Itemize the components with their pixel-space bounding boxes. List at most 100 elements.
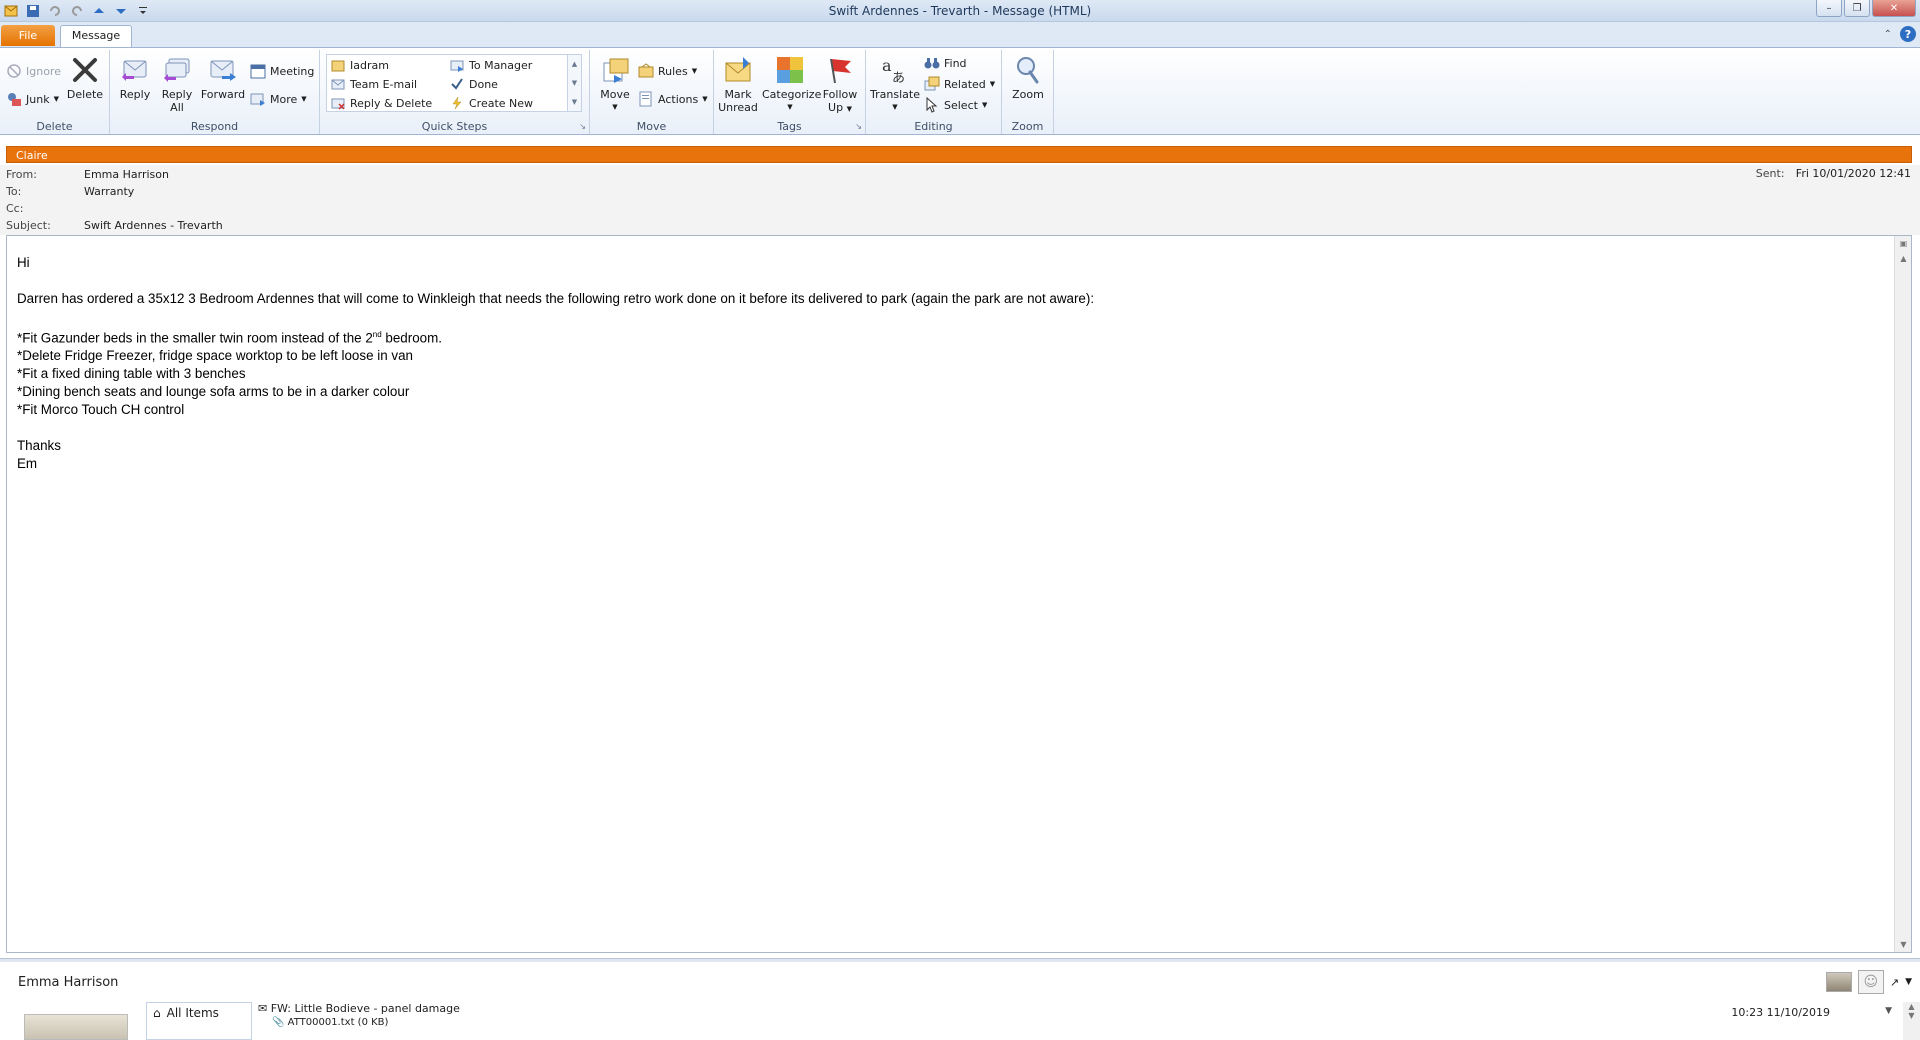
svg-text:a: a bbox=[882, 56, 892, 75]
select-label: Select bbox=[944, 98, 978, 112]
rules-icon bbox=[638, 63, 654, 79]
tab-message[interactable]: Message bbox=[60, 25, 132, 47]
bullet-1-superscript: nd bbox=[372, 330, 382, 339]
ignore-icon bbox=[6, 63, 22, 79]
quick-step-reply-delete[interactable]: Reply & Delete bbox=[330, 94, 432, 112]
message-header: From: Emma Harrison To: Warranty Cc: Subje… bbox=[0, 165, 1920, 235]
bullet-5: *Fit Morco Touch CH control bbox=[17, 402, 185, 418]
quick-step-done[interactable]: Done bbox=[449, 75, 498, 93]
more-label: More bbox=[270, 92, 298, 106]
people-pane-scrollbar[interactable]: ▲ ▼ bbox=[1903, 1002, 1920, 1040]
intro-paragraph: Darren has ordered a 35x12 3 Bedroom Ard… bbox=[17, 291, 1095, 306]
chevron-down-icon: ▼ bbox=[53, 95, 59, 103]
quick-steps-scrollbar[interactable]: ▲ ▼ ▼ bbox=[567, 55, 581, 111]
tags-group: Mark Unread Categorize ▼ Follow Up ▼ ↘ T… bbox=[714, 50, 866, 134]
zoom-button[interactable]: Zoom bbox=[1008, 54, 1048, 101]
quick-step-label: Create New bbox=[469, 96, 534, 110]
thanks: Thanks bbox=[17, 438, 61, 454]
to-value[interactable]: Warranty bbox=[84, 185, 134, 198]
move-button[interactable]: Move ▼ bbox=[596, 54, 634, 114]
more-respond-button[interactable]: More ▼ bbox=[250, 90, 307, 108]
quick-step-to-manager[interactable]: To Manager bbox=[449, 56, 532, 74]
related-button[interactable]: Related ▼ bbox=[924, 75, 995, 93]
expand-gallery-icon[interactable]: ▼ bbox=[572, 98, 577, 106]
help-icon[interactable]: ? bbox=[1900, 26, 1916, 42]
scroll-down-icon[interactable]: ▼ bbox=[572, 79, 577, 87]
respond-group-label: Respond bbox=[190, 120, 239, 133]
message-body[interactable]: Hi Darren has ordered a 35x12 3 Bedroom … bbox=[6, 235, 1912, 953]
magnifier-icon bbox=[1012, 54, 1044, 86]
reply-button[interactable]: Reply bbox=[116, 54, 154, 101]
person-placeholder-icon[interactable]: ☺ bbox=[1857, 970, 1884, 994]
quick-step-iadram[interactable]: Iadram bbox=[330, 56, 389, 74]
chevron-down-icon: ▼ bbox=[702, 95, 708, 103]
translate-button[interactable]: aあ Translate ▼ bbox=[870, 54, 920, 114]
junk-button[interactable]: Junk ▼ bbox=[6, 90, 59, 108]
infopane-icon[interactable]: ▣ bbox=[1895, 236, 1912, 251]
contact-name[interactable]: Emma Harrison bbox=[18, 975, 118, 990]
quick-step-create-new[interactable]: Create New bbox=[449, 94, 533, 112]
ignore-button[interactable]: Ignore bbox=[6, 62, 61, 80]
find-button[interactable]: Find bbox=[924, 54, 967, 72]
zoom-group: Zoom Zoom bbox=[1002, 50, 1054, 134]
select-button[interactable]: Select ▼ bbox=[924, 96, 987, 114]
quick-step-label: Done bbox=[469, 77, 498, 91]
scroll-up-icon[interactable]: ▲ bbox=[1895, 251, 1912, 266]
from-label: From: bbox=[6, 168, 37, 181]
delete-button[interactable]: Delete bbox=[66, 54, 104, 101]
chevron-down-icon: ▼ bbox=[612, 103, 618, 111]
activity-item[interactable]: ✉ FW: Little Bodieve - panel damage 📎 AT… bbox=[258, 1002, 460, 1028]
from-value[interactable]: Emma Harrison bbox=[84, 168, 169, 181]
chevron-down-icon: ▼ bbox=[981, 101, 988, 109]
rules-button[interactable]: Rules ▼ bbox=[638, 62, 697, 80]
quick-step-team-email[interactable]: Team E-mail bbox=[330, 75, 417, 93]
reply-all-button[interactable]: Reply All bbox=[158, 54, 196, 114]
categorize-icon bbox=[774, 54, 806, 86]
team-email-icon bbox=[330, 76, 346, 92]
cc-row: Cc: bbox=[6, 200, 84, 217]
scroll-down-icon[interactable]: ▼ bbox=[1895, 937, 1912, 952]
from-row: From: Emma Harrison bbox=[6, 166, 169, 183]
greeting: Hi bbox=[17, 255, 30, 270]
move-folder-icon bbox=[599, 54, 631, 86]
collapse-ribbon-icon[interactable]: ⌃ bbox=[1884, 29, 1892, 40]
delete-group-label: Delete bbox=[36, 120, 73, 133]
actions-button[interactable]: Actions ▼ bbox=[638, 90, 708, 108]
subject-row: Subject: Swift Ardennes - Trevarth bbox=[6, 217, 223, 234]
chevron-down-icon[interactable]: ▼ bbox=[1885, 1006, 1892, 1016]
tab-file[interactable]: File bbox=[1, 25, 55, 46]
close-button[interactable]: ✕ bbox=[1872, 0, 1916, 17]
follow-up-label-2: Up bbox=[828, 101, 844, 114]
minimize-button[interactable]: – bbox=[1816, 0, 1842, 17]
body-scrollbar[interactable]: ▣ ▲ ▼ bbox=[1894, 236, 1911, 952]
quick-step-label: Team E-mail bbox=[350, 77, 418, 91]
editing-group: aあ Translate ▼ Find Related ▼ Select ▼ E… bbox=[866, 50, 1002, 134]
delete-label: Delete bbox=[66, 88, 104, 101]
categorize-button[interactable]: Categorize ▼ bbox=[762, 54, 821, 114]
translate-icon: aあ bbox=[879, 54, 911, 86]
chevron-down-icon[interactable]: ▼ bbox=[1905, 977, 1912, 987]
bullet-1-end: bedroom. bbox=[381, 330, 442, 346]
to-label: To: bbox=[6, 185, 22, 198]
ignore-label: Ignore bbox=[26, 64, 61, 78]
move-group-label: Move bbox=[636, 120, 667, 133]
follow-up-button[interactable]: Follow Up ▼ bbox=[820, 54, 860, 116]
delete-group: Ignore Junk ▼ Delete Delete bbox=[0, 50, 110, 134]
expand-pane-icon[interactable]: ↗ bbox=[1890, 976, 1899, 989]
meeting-button[interactable]: Meeting bbox=[250, 62, 314, 80]
contact-photo[interactable] bbox=[1825, 972, 1852, 992]
find-label: Find bbox=[944, 56, 967, 70]
activity-subject: FW: Little Bodieve - panel damage bbox=[270, 1002, 460, 1015]
meeting-label: Meeting bbox=[270, 64, 315, 78]
restore-button[interactable]: ❐ bbox=[1844, 0, 1870, 17]
cc-label: Cc: bbox=[6, 202, 24, 215]
ribbon: Ignore Junk ▼ Delete Delete Reply Reply … bbox=[0, 47, 1920, 135]
scroll-up-icon[interactable]: ▲ bbox=[572, 60, 577, 68]
respond-group: Reply Reply All Forward Meeting More ▼ R… bbox=[110, 50, 320, 134]
all-items-filter[interactable]: ⌂ All Items bbox=[146, 1002, 252, 1040]
ribbon-tabs: File Message ⌃ ? bbox=[0, 22, 1920, 47]
subject-value: Swift Ardennes - Trevarth bbox=[84, 219, 223, 232]
mark-unread-button[interactable]: Mark Unread bbox=[718, 54, 758, 114]
attachment-name[interactable]: ATT00001.txt (0 KB) bbox=[288, 1017, 389, 1028]
forward-button[interactable]: Forward bbox=[200, 54, 246, 101]
